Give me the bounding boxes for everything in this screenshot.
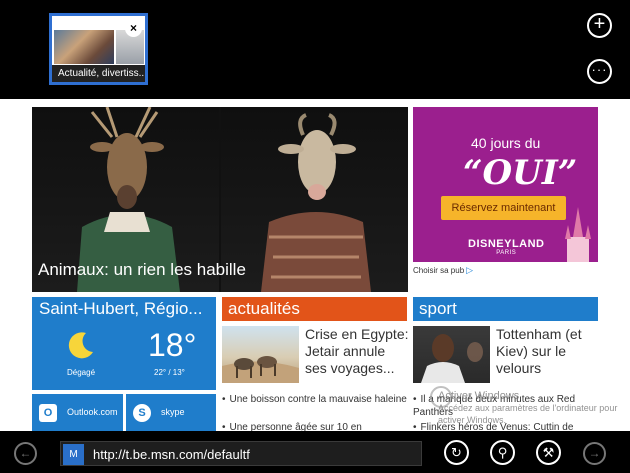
- ad-brand-sub: PARIS: [496, 250, 517, 256]
- sport-section-heading[interactable]: sport: [413, 297, 598, 321]
- news-headline[interactable]: Crise en Egypte: Jetair annule ses voyag…: [305, 326, 410, 377]
- ad-headline: 40 jours du: [471, 135, 541, 151]
- skype-label: skype: [161, 407, 185, 417]
- weather-temperature: 18°: [148, 327, 197, 363]
- sport-thumbnail[interactable]: [413, 326, 490, 383]
- ad-choice-label: Choisir sa pub: [413, 266, 465, 275]
- outlook-tile[interactable]: O Outlook.com: [32, 394, 123, 431]
- skype-icon: S: [133, 404, 151, 422]
- address-input[interactable]: M http://t.be.msn.com/defaultf: [60, 441, 422, 466]
- outlook-label: Outlook.com: [67, 407, 118, 417]
- activation-watermark: Activer Windows Accédez aux paramètres d…: [438, 390, 618, 426]
- hero-tile[interactable]: Animaux: un rien les habille: [32, 107, 408, 292]
- ad-choices-icon: ▷: [466, 265, 474, 275]
- ad-banner[interactable]: 40 jours du “OUI” Réservez maintenant DI…: [413, 107, 598, 262]
- moon-icon: [68, 332, 93, 359]
- tab-preview-photo: [54, 30, 114, 64]
- news-bullet[interactable]: Une personne âgée sur 10 en: [222, 421, 407, 431]
- activation-watermark-title: Activer Windows: [438, 390, 520, 402]
- player-photo-icon: [421, 334, 483, 383]
- back-button[interactable]: ←: [14, 442, 37, 465]
- forward-button[interactable]: →: [583, 442, 606, 465]
- ad-brand-name: DISNEYLAND: [468, 238, 545, 250]
- ad-cta-button[interactable]: Réservez maintenant: [441, 196, 566, 220]
- sport-headline[interactable]: Tottenham (et Kiev) sur le velours: [496, 326, 598, 377]
- news-section-heading[interactable]: actualités: [222, 297, 407, 321]
- camel-photo-icon: [222, 356, 299, 383]
- hero-photo-right: [221, 107, 408, 292]
- tab-bar: Actualité, divertiss... × + ···: [0, 0, 630, 99]
- close-tab-icon[interactable]: ×: [125, 20, 142, 37]
- page-tools-button[interactable]: ⚒: [536, 440, 561, 465]
- address-text: http://t.be.msn.com/defaultf: [93, 447, 250, 462]
- address-bar: ← M http://t.be.msn.com/defaultf ↻ ⚲ ⚒ →: [0, 431, 630, 473]
- skype-tile[interactable]: S skype: [126, 394, 216, 431]
- outlook-icon: O: [39, 404, 57, 422]
- refresh-button[interactable]: ↻: [444, 440, 469, 465]
- weather-condition: Dégagé: [67, 368, 96, 377]
- ad-brand-logo: DISNEYLAND PARIS: [468, 238, 545, 256]
- castle-icon: [565, 207, 591, 262]
- activation-watermark-text: Accédez aux paramètres de l'ordinateur p…: [438, 403, 618, 425]
- ad-choice-note[interactable]: Choisir sa pub ▷: [413, 265, 473, 276]
- pin-button[interactable]: ⚲: [490, 440, 515, 465]
- goat-figure-icon: [261, 113, 371, 292]
- weather-tile[interactable]: Saint-Hubert, Régio... Dégagé 18° 22° / …: [32, 297, 216, 390]
- new-tab-button[interactable]: +: [587, 13, 612, 38]
- news-thumbnail[interactable]: [222, 326, 299, 383]
- site-favicon-icon: M: [63, 444, 84, 465]
- news-bullet[interactable]: Une boisson contre la mauvaise haleine: [222, 393, 407, 406]
- web-page: Animaux: un rien les habille 40 jours du…: [0, 99, 630, 431]
- weather-city: Saint-Hubert, Régio...: [39, 299, 203, 318]
- tab-title: Actualité, divertiss...: [52, 65, 145, 82]
- tab-thumbnail[interactable]: Actualité, divertiss... ×: [49, 13, 148, 85]
- ad-slogan: “OUI”: [463, 153, 578, 193]
- tab-more-button[interactable]: ···: [587, 59, 612, 84]
- hero-caption: Animaux: un rien les habille: [38, 260, 246, 279]
- weather-range: 22° / 13°: [154, 368, 185, 377]
